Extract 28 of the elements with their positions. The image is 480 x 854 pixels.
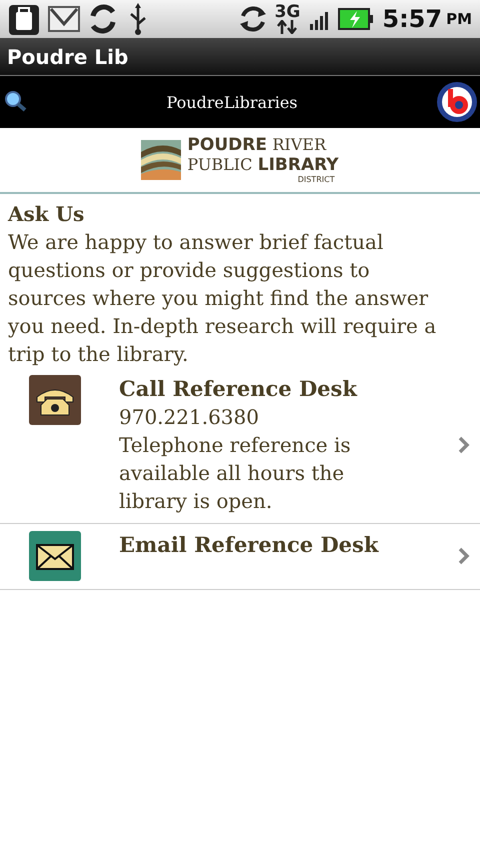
intro-paragraph: We are happy to answer brief factual questions or provide suggestions to sources where you might find the answer you need. In-depth research will require a trip to the library. (8, 229, 438, 368)
shopping-bag-icon (8, 2, 40, 36)
logo-text: PUBLIC (187, 155, 252, 174)
item-text: Telephone reference is available all hours the library is open. (119, 432, 352, 515)
item-text: 970.221.6380 (119, 404, 260, 431)
sync-icon (88, 2, 118, 36)
app-title: Poudre Lib (7, 44, 128, 68)
chevron-right-icon (458, 547, 470, 565)
section-heading: Ask Us (8, 201, 86, 228)
toolbar-title: PoudreLibraries (165, 92, 299, 112)
logo-text: LIBRARY (258, 155, 339, 175)
b-logo-icon (436, 81, 478, 123)
chevron-right-icon (458, 436, 470, 454)
logo-text: POUDRE (187, 135, 267, 155)
network-type: 3G (274, 4, 300, 20)
telephone-icon (29, 375, 81, 425)
envelope-icon (29, 531, 81, 581)
data-arrows-icon (276, 20, 298, 34)
logo-text: DISTRICT (298, 175, 335, 185)
clock-time: 5:57 (382, 5, 442, 33)
search-button[interactable] (4, 90, 28, 114)
river-layers-icon (141, 140, 182, 180)
item-title: Email Reference Desk (119, 531, 380, 559)
clock-period: PM (446, 10, 472, 28)
search-icon (4, 90, 28, 114)
logo-text: RIVER (272, 135, 326, 154)
logo-button[interactable] (436, 81, 478, 123)
item-title: Call Reference Desk (119, 375, 358, 403)
